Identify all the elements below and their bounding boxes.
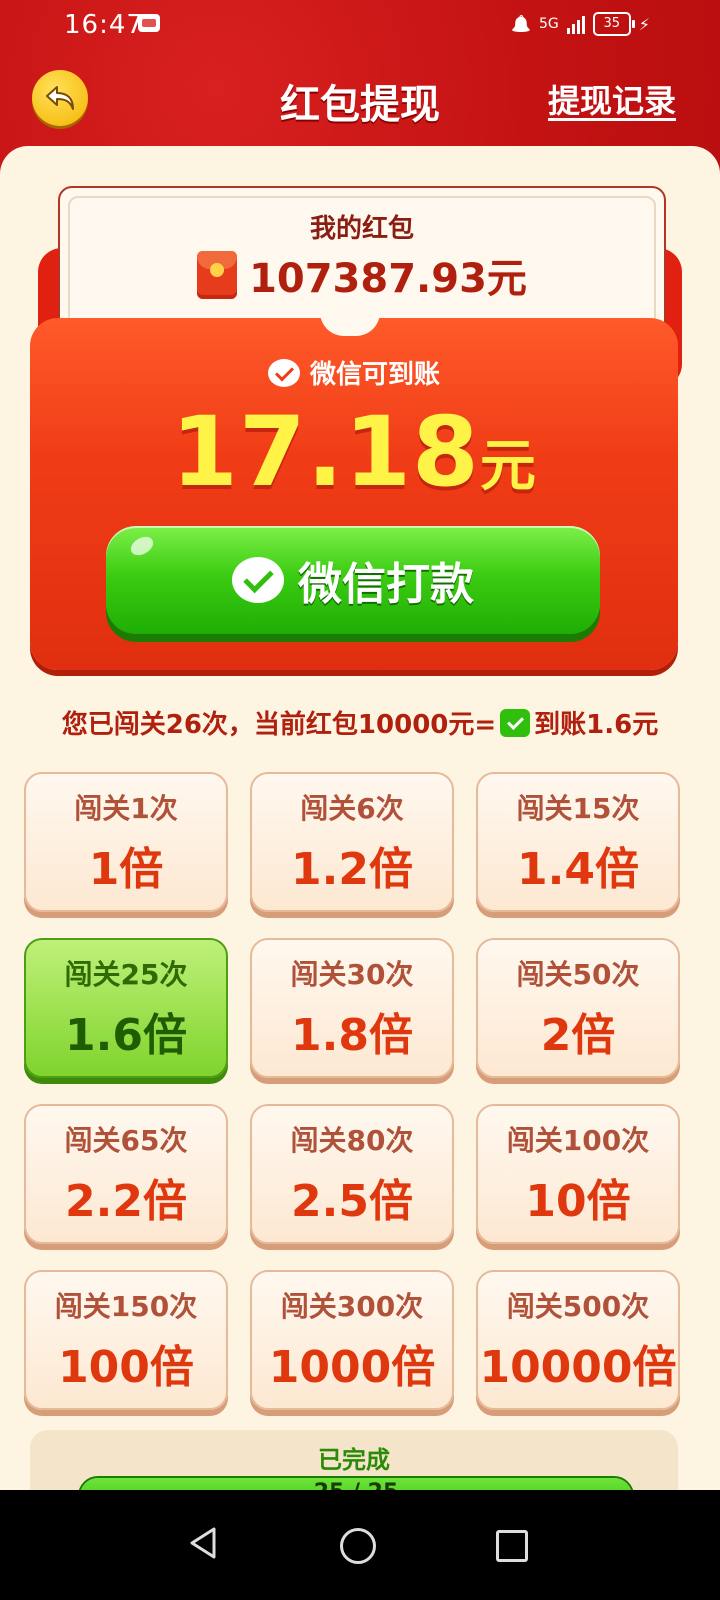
tier-multiplier: 100倍 (58, 1342, 194, 1393)
tier-card[interactable]: 闯关100次 10倍 (476, 1104, 680, 1244)
tier-label: 闯关25次 (64, 958, 188, 991)
wechat-icon (232, 557, 284, 603)
network-label: 5G (539, 16, 559, 32)
wallet-label: 我的红包 (309, 214, 414, 244)
tier-multiplier: 10倍 (525, 1176, 631, 1227)
tier-card[interactable]: 闯关150次 100倍 (24, 1270, 228, 1410)
cash-amount: 17.18元 (30, 396, 678, 508)
wechat-withdraw-button[interactable]: 微信打款 (106, 526, 600, 634)
signal-icon (566, 14, 585, 34)
nav-back-icon[interactable] (188, 1526, 218, 1560)
cash-amount-value: 17.18 (171, 396, 480, 508)
tier-label: 闯关65次 (64, 1124, 188, 1157)
wechat-arrive-row: 微信可到账 (30, 354, 678, 391)
wallet-amount-row: 107387.93元 (60, 246, 664, 304)
tier-label: 闯关30次 (290, 958, 414, 991)
tier-label: 闯关15次 (516, 792, 640, 825)
tier-multiplier: 1.6倍 (65, 1010, 187, 1061)
tier-card[interactable]: 闯关15次 1.4倍 (476, 772, 680, 912)
wechat-arrive-label: 微信可到账 (309, 360, 440, 390)
info-suffix: 到账1.6元 (534, 710, 659, 740)
tier-label: 闯关80次 (290, 1124, 414, 1157)
tier-label: 闯关50次 (516, 958, 640, 991)
nav-recent-apps-icon[interactable] (496, 1530, 528, 1562)
app-notification-icon (138, 14, 160, 32)
cash-card: 微信可到账 17.18元 微信打款 (30, 318, 678, 670)
wechat-icon (500, 708, 531, 737)
tier-label: 闯关100次 (506, 1124, 650, 1157)
charging-icon: ⚡ (638, 14, 650, 34)
tier-multiplier: 10000倍 (479, 1342, 677, 1393)
mute-bell-icon (511, 14, 531, 34)
tier-card[interactable]: 闯关1次 1倍 (24, 772, 228, 912)
tier-label: 闯关300次 (280, 1290, 424, 1323)
tier-card[interactable]: 闯关25次 1.6倍 (24, 938, 228, 1078)
wallet-amount: 107387.93元 (249, 256, 527, 302)
info-prefix: 您已闯关26次，当前红包10000元= (61, 710, 497, 740)
tier-card[interactable]: 闯关80次 2.5倍 (250, 1104, 454, 1244)
tier-multiplier: 1.8倍 (291, 1010, 413, 1061)
tier-label: 闯关150次 (54, 1290, 198, 1323)
status-time: 16:47 (64, 10, 144, 40)
battery-icon: 35 (592, 12, 635, 36)
tier-multiplier: 1.2倍 (291, 844, 413, 895)
tier-card[interactable]: 闯关500次 10000倍 (476, 1270, 680, 1410)
tier-multiplier: 1倍 (88, 844, 164, 895)
withdraw-button-label: 微信打款 (298, 559, 474, 610)
tier-multiplier: 1000倍 (268, 1342, 436, 1393)
tier-card[interactable]: 闯关65次 2.2倍 (24, 1104, 228, 1244)
tier-card[interactable]: 闯关6次 1.2倍 (250, 772, 454, 912)
nav-home-icon[interactable] (340, 1528, 376, 1564)
tier-card[interactable]: 闯关30次 1.8倍 (250, 938, 454, 1078)
tier-card[interactable]: 闯关50次 2倍 (476, 938, 680, 1078)
withdraw-history-link[interactable]: 提现记录 (548, 76, 676, 122)
progress-info-line: 您已闯关26次，当前红包10000元= 到账1.6元 (0, 704, 720, 741)
tier-label: 闯关6次 (300, 792, 404, 825)
tier-card[interactable]: 闯关300次 1000倍 (250, 1270, 454, 1410)
wechat-icon (267, 358, 300, 387)
tier-multiplier: 2.5倍 (291, 1176, 413, 1227)
tier-multiplier: 2倍 (540, 1010, 616, 1061)
tier-multiplier: 1.4倍 (517, 844, 639, 895)
tier-label: 闯关500次 (506, 1290, 650, 1323)
progress-label: 已完成 (318, 1446, 390, 1474)
system-nav-bar (0, 1490, 720, 1600)
cash-amount-unit: 元 (479, 434, 537, 499)
red-packet-icon (197, 251, 238, 299)
status-icons: 5G 35 ⚡ (511, 12, 650, 36)
tier-label: 闯关1次 (74, 792, 178, 825)
tier-multiplier: 2.2倍 (65, 1176, 187, 1227)
multiplier-tier-grid: 闯关1次 1倍 闯关6次 1.2倍 闯关15次 1.4倍 闯关25次 1.6倍 闯关30… (24, 772, 696, 1410)
status-bar: 16:47 5G 35 ⚡ (0, 0, 720, 50)
